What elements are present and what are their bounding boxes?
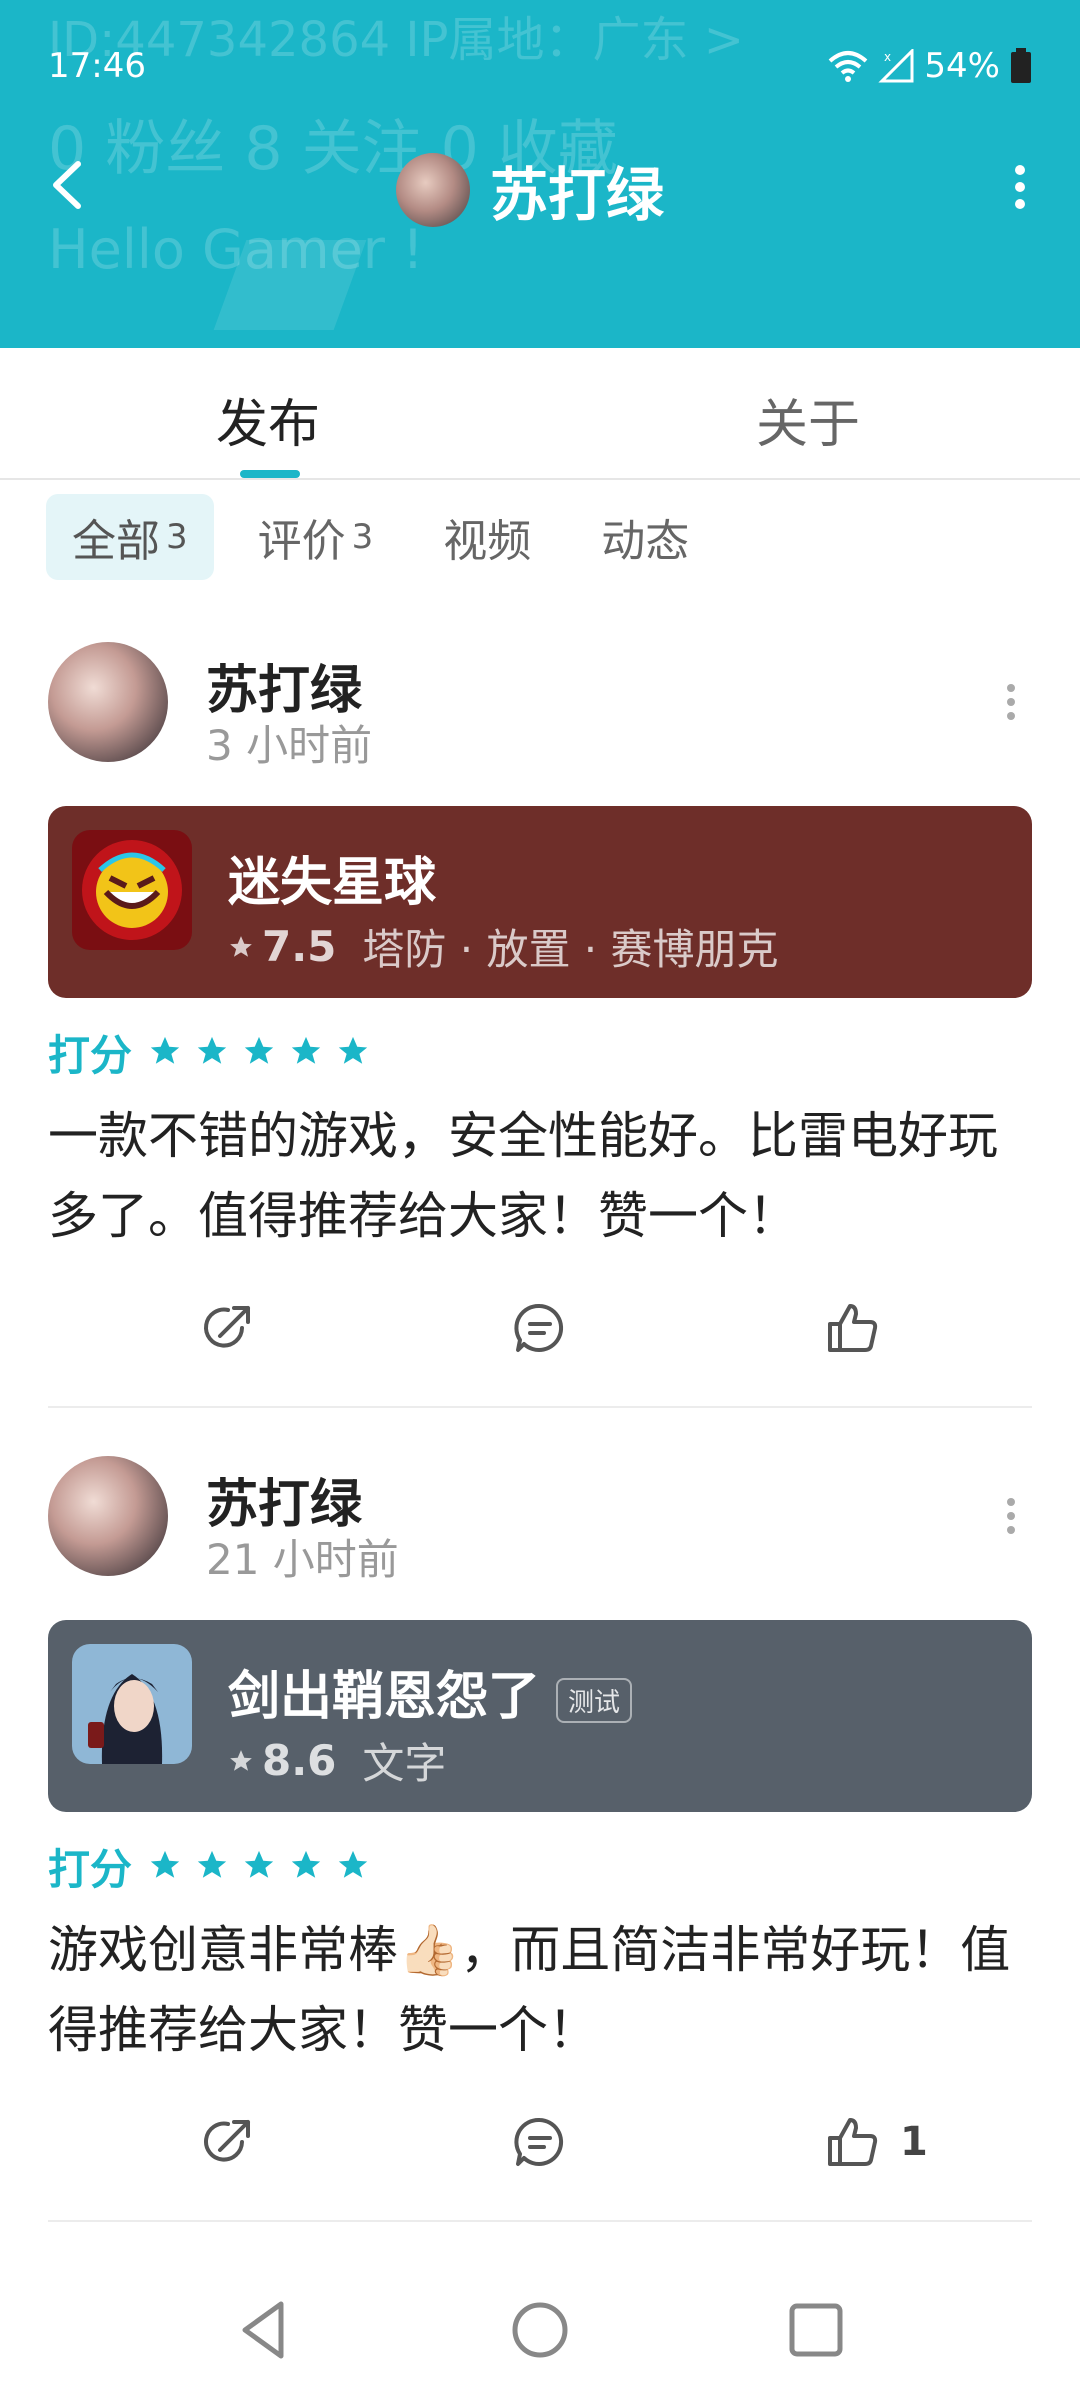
game-tags: 文字 [362, 1739, 447, 1788]
review-content[interactable]: 一款不错的游戏，安全性能好。比雷电好玩多了。值得推荐给大家！赞一个！ [48, 1096, 1032, 1256]
filter-videos[interactable]: 视频 [417, 494, 557, 580]
star-icon [197, 1850, 227, 1878]
back-button[interactable] [38, 150, 98, 220]
battery-percent: 54% [924, 46, 1000, 86]
game-name-text: 剑出鞘恩怨了 [228, 1667, 541, 1727]
star-icon [230, 935, 252, 957]
star-icon [245, 1850, 274, 1878]
star-icon [292, 1036, 321, 1064]
review-post: 苏打绿 21 小时前 剑出鞘恩怨了 测试 8.6 文字 打分 游戏创意非常棒👍🏻… [48, 1456, 1032, 2226]
test-badge: 测试 [556, 1677, 633, 1723]
author-avatar[interactable] [48, 642, 168, 762]
post-more-icon[interactable] [996, 672, 1026, 732]
comment-icon [514, 2117, 564, 2166]
author-avatar[interactable] [48, 1456, 168, 1576]
profile-header: ID:447342864 IP属地：广东 > 0 粉丝 8 关注 0 收藏 He… [0, 0, 1080, 348]
comment-button[interactable] [510, 2102, 570, 2182]
filter-all[interactable]: 全部 3 [46, 494, 214, 580]
svg-text:x: x [884, 50, 891, 64]
game-icon [72, 1644, 192, 1764]
star-icon [150, 1036, 180, 1064]
status-bar: 17:46 x 54% [48, 44, 1032, 88]
rating-stars [148, 1034, 378, 1072]
post-divider [48, 1406, 1032, 1408]
game-tags: 塔防 · 放置 · 赛博朋克 [362, 925, 779, 974]
nav-recents-icon[interactable] [776, 2290, 856, 2370]
star-icon [197, 1036, 227, 1064]
game-score: 8.6 [262, 1736, 337, 1785]
header-avatar [396, 153, 470, 227]
battery-icon [1011, 48, 1031, 83]
thumbs-up-icon [828, 2118, 878, 2166]
post-header: 苏打绿 21 小时前 [48, 1456, 1032, 1586]
post-divider [48, 2220, 1032, 2222]
share-icon [204, 2120, 250, 2162]
filter-reviews[interactable]: 评价 3 [232, 494, 400, 580]
game-card[interactable]: 迷失星球 7.5 塔防 · 放置 · 赛博朋克 [48, 806, 1032, 998]
post-time: 21 小时前 [206, 1535, 399, 1584]
thumbs-up-icon [828, 1304, 878, 1352]
post-header: 苏打绿 3 小时前 [48, 642, 1032, 772]
share-icon [204, 1306, 250, 1348]
top-app-bar: 苏打绿 [0, 140, 1080, 230]
star-icon [339, 1850, 368, 1878]
page-title: 苏打绿 [490, 161, 665, 229]
nav-back-icon[interactable] [225, 2290, 305, 2370]
comment-icon [514, 1303, 564, 1352]
star-icon [150, 1850, 180, 1878]
cellular-signal-icon: x [878, 49, 914, 83]
star-icon [245, 1036, 274, 1064]
filter-videos-label: 视频 [443, 516, 532, 567]
share-button[interactable] [198, 2102, 258, 2182]
system-navigation-bar [0, 2270, 1080, 2400]
profile-tabs: 发布 关于 [0, 348, 1080, 480]
more-options-button[interactable] [1000, 152, 1040, 222]
rating-row: 打分 [48, 1022, 378, 1083]
post-actions [48, 1288, 1032, 1368]
filter-reviews-label: 评价 [257, 516, 346, 567]
rating-row: 打分 [48, 1836, 378, 1897]
post-time: 3 小时前 [206, 721, 373, 770]
status-time: 17:46 [48, 46, 146, 86]
share-button[interactable] [198, 1288, 258, 1368]
wifi-icon [829, 51, 868, 82]
filter-reviews-count: 3 [351, 517, 374, 557]
filter-chips: 全部 3 评价 3 视频 动态 [46, 494, 733, 580]
rating-stars [148, 1848, 378, 1886]
game-meta: 8.6 文字 [228, 1730, 446, 1791]
review-content[interactable]: 游戏创意非常棒👍🏻，而且简洁非常好玩！值得推荐给大家！赞一个！ [48, 1910, 1032, 2070]
comment-button[interactable] [510, 1288, 570, 1368]
star-icon [339, 1036, 368, 1064]
tab-about[interactable]: 关于 [756, 382, 860, 457]
game-icon [72, 830, 192, 950]
star-icon [230, 1749, 252, 1771]
active-tab-indicator [240, 470, 300, 478]
filter-moments-label: 动态 [601, 516, 690, 567]
like-button[interactable] [822, 1288, 900, 1368]
game-card[interactable]: 剑出鞘恩怨了 测试 8.6 文字 [48, 1620, 1032, 1812]
game-score: 7.5 [262, 922, 337, 971]
filter-all-count: 3 [166, 517, 188, 557]
like-button[interactable]: 1 [822, 2102, 928, 2182]
filter-moments[interactable]: 动态 [575, 494, 715, 580]
game-name: 剑出鞘恩怨了 测试 [228, 1654, 633, 1729]
rating-label: 打分 [48, 1031, 133, 1080]
filter-all-label: 全部 [72, 516, 160, 567]
header-title-group: 苏打绿 [396, 148, 664, 232]
review-post: 苏打绿 3 小时前 迷失星球 7.5 塔防 · 放置 · 赛博朋克 打分 一款不… [48, 642, 1032, 1412]
nav-home-icon[interactable] [500, 2290, 580, 2370]
post-more-icon[interactable] [996, 1486, 1026, 1546]
game-meta: 7.5 塔防 · 放置 · 赛博朋克 [228, 916, 779, 977]
star-icon [292, 1850, 321, 1878]
like-count: 1 [900, 2119, 928, 2165]
game-name: 迷失星球 [228, 853, 437, 913]
tab-publish[interactable]: 发布 [216, 382, 320, 457]
post-actions: 1 [48, 2102, 1032, 2182]
rating-label: 打分 [48, 1845, 133, 1894]
